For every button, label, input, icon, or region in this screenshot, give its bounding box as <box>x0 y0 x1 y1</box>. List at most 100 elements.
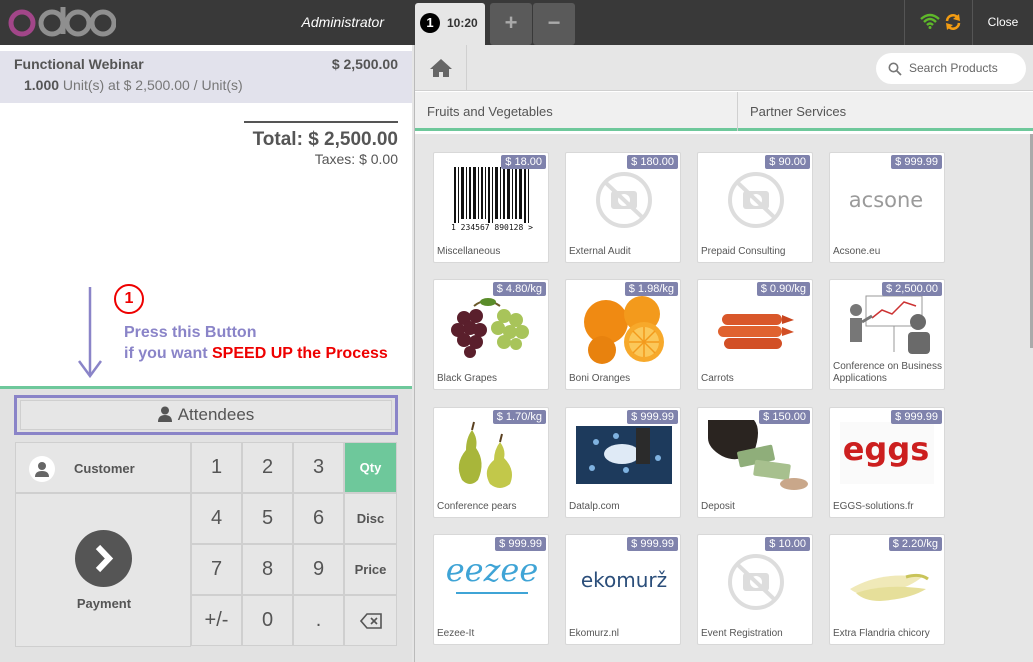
order-line[interactable]: Functional Webinar $ 2,500.00 1.000 Unit… <box>0 51 412 103</box>
chevron-right-icon <box>95 544 114 573</box>
user-icon <box>35 462 49 477</box>
product-card[interactable]: $ 4.80/kg Black Grapes <box>433 279 549 390</box>
product-name: Acsone.eu <box>833 246 881 257</box>
product-price: $ 999.99 <box>627 410 678 424</box>
product-price: $ 10.00 <box>765 537 810 551</box>
mode-price-button[interactable]: Price <box>344 544 397 595</box>
product-price: $ 1.70/kg <box>492 410 546 424</box>
product-name: Carrots <box>701 373 734 384</box>
payment-circle <box>75 530 132 587</box>
product-name: Eezee-It <box>437 628 475 639</box>
numpad-key-9[interactable]: 9 <box>293 544 344 595</box>
numpad-key-5[interactable]: 5 <box>242 493 293 544</box>
product-card[interactable]: $ 1.70/kg Conference pears <box>433 407 549 518</box>
search-input[interactable] <box>909 61 1019 75</box>
numpad-area: Customer Payment 1 2 3 Qty 4 5 6 Disc 7 … <box>15 442 398 647</box>
attendees-label: Attendees <box>177 405 255 424</box>
product-pane: Fruits and Vegetables Partner Services 1… <box>414 45 1033 662</box>
product-card[interactable]: $ 1.98/kg Boni Oranges <box>565 279 681 390</box>
product-card[interactable]: 1 234567 890128 > $ 18.00 Miscellaneous <box>433 152 549 263</box>
numpad-key-plus-minus[interactable]: +/- <box>191 595 242 646</box>
numpad-key-8[interactable]: 8 <box>242 544 293 595</box>
product-card[interactable]: $ 150.00 Deposit <box>697 407 813 518</box>
close-button[interactable]: Close <box>972 0 1033 45</box>
product-card[interactable]: acsone $ 999.99 Acsone.eu <box>829 152 945 263</box>
annotation-highlight-box: Attendees <box>14 395 398 435</box>
attendees-button[interactable]: Attendees <box>20 400 392 430</box>
product-price: $ 90.00 <box>765 155 810 169</box>
numpad-key-1[interactable]: 1 <box>191 442 242 493</box>
product-name: Miscellaneous <box>437 246 501 257</box>
odoo-logo <box>8 7 116 37</box>
numpad-key-0[interactable]: 0 <box>242 595 293 646</box>
product-price: $ 2,500.00 <box>882 282 942 296</box>
search-icon <box>888 62 902 76</box>
annotation-text: Press this Button <box>124 324 257 341</box>
product-name: Extra Flandria chicory <box>833 628 930 639</box>
product-card[interactable]: $ 2,500.00 Conference on Business Applic… <box>829 279 945 390</box>
username[interactable]: Administrator <box>230 14 384 30</box>
numpad-key-7[interactable]: 7 <box>191 544 242 595</box>
product-card[interactable]: $ 10.00 Event Registration <box>697 534 813 645</box>
numpad-key-decimal[interactable]: . <box>293 595 344 646</box>
order-pane: Functional Webinar $ 2,500.00 1.000 Unit… <box>0 45 412 662</box>
backspace-icon <box>359 613 382 629</box>
new-order-button[interactable]: + <box>490 3 532 45</box>
product-name: External Audit <box>569 246 631 257</box>
numpad-key-3[interactable]: 3 <box>293 442 344 493</box>
annotation-arrow-icon <box>78 287 102 379</box>
product-price: $ 180.00 <box>627 155 678 169</box>
numpad-key-6[interactable]: 6 <box>293 493 344 544</box>
product-name: Boni Oranges <box>569 373 631 384</box>
mode-disc-button[interactable]: Disc <box>344 493 397 544</box>
product-price: $ 999.99 <box>891 410 942 424</box>
sync-icon[interactable] <box>944 13 962 31</box>
product-name: Conference on Business Applications <box>833 361 942 384</box>
delete-order-button[interactable]: − <box>533 3 575 45</box>
product-name: Black Grapes <box>437 373 498 384</box>
product-grid: 1 234567 890128 > $ 18.00 Miscellaneous … <box>415 134 1033 662</box>
product-card[interactable]: ekomurž $ 999.99 Ekomurz.nl <box>565 534 681 645</box>
product-price: $ 18.00 <box>501 155 546 169</box>
ekomurz-logo-text: ekomurž <box>581 568 667 592</box>
search-box[interactable] <box>876 53 1026 84</box>
product-card[interactable]: eezee $ 999.99 Eezee-It <box>433 534 549 645</box>
product-card[interactable]: $ 999.99 Datalp.com <box>565 407 681 518</box>
order-tab[interactable]: 1 10:20 <box>415 3 485 45</box>
home-icon <box>430 59 452 77</box>
product-name: Deposit <box>701 501 735 512</box>
order-summary: Total: $ 2,500.00 Taxes: $ 0.00 <box>244 121 398 167</box>
product-name: Conference pears <box>437 501 517 512</box>
category-fruits-and-vegetables[interactable]: Fruits and Vegetables <box>415 92 553 131</box>
product-card[interactable]: $ 0.90/kg Carrots <box>697 279 813 390</box>
order-total: Total: $ 2,500.00 <box>252 129 398 150</box>
product-price: $ 1.98/kg <box>624 282 678 296</box>
order-line-detail: 1.000 Unit(s) at $ 2,500.00 / Unit(s) <box>24 77 243 93</box>
annotation-text-prefix: if you want <box>124 345 212 362</box>
divider <box>0 386 412 389</box>
order-area: Functional Webinar $ 2,500.00 1.000 Unit… <box>0 45 412 387</box>
product-card[interactable]: $ 180.00 External Audit <box>565 152 681 263</box>
eezee-logo-text: eezee <box>446 551 539 589</box>
order-line-qty: 1.000 <box>24 77 60 93</box>
backspace-button[interactable] <box>344 595 397 646</box>
product-card[interactable]: $ 90.00 Prepaid Consulting <box>697 152 813 263</box>
user-icon <box>157 406 172 422</box>
numpad-key-2[interactable]: 2 <box>242 442 293 493</box>
order-line-product: Functional Webinar <box>14 56 144 72</box>
product-card[interactable]: $ 2.20/kg Extra Flandria chicory <box>829 534 945 645</box>
payment-button[interactable]: Payment <box>15 493 191 647</box>
product-price: $ 999.99 <box>627 537 678 551</box>
customer-avatar <box>29 456 55 482</box>
numpad-key-4[interactable]: 4 <box>191 493 242 544</box>
customer-button[interactable]: Customer <box>15 442 191 493</box>
order-time: 10:20 <box>447 16 478 30</box>
payment-label: Payment <box>76 596 132 611</box>
product-card[interactable]: eggs $ 999.99 EGGS-solutions.fr <box>829 407 945 518</box>
annotation-text-2: if you want SPEED UP the Process <box>124 345 388 363</box>
status-indicators <box>904 0 970 45</box>
home-button[interactable] <box>415 45 467 91</box>
mode-qty-button[interactable]: Qty <box>344 442 397 493</box>
top-bar: Administrator 1 10:20 + − Close <box>0 0 1033 45</box>
category-partner-services[interactable]: Partner Services <box>738 92 846 131</box>
